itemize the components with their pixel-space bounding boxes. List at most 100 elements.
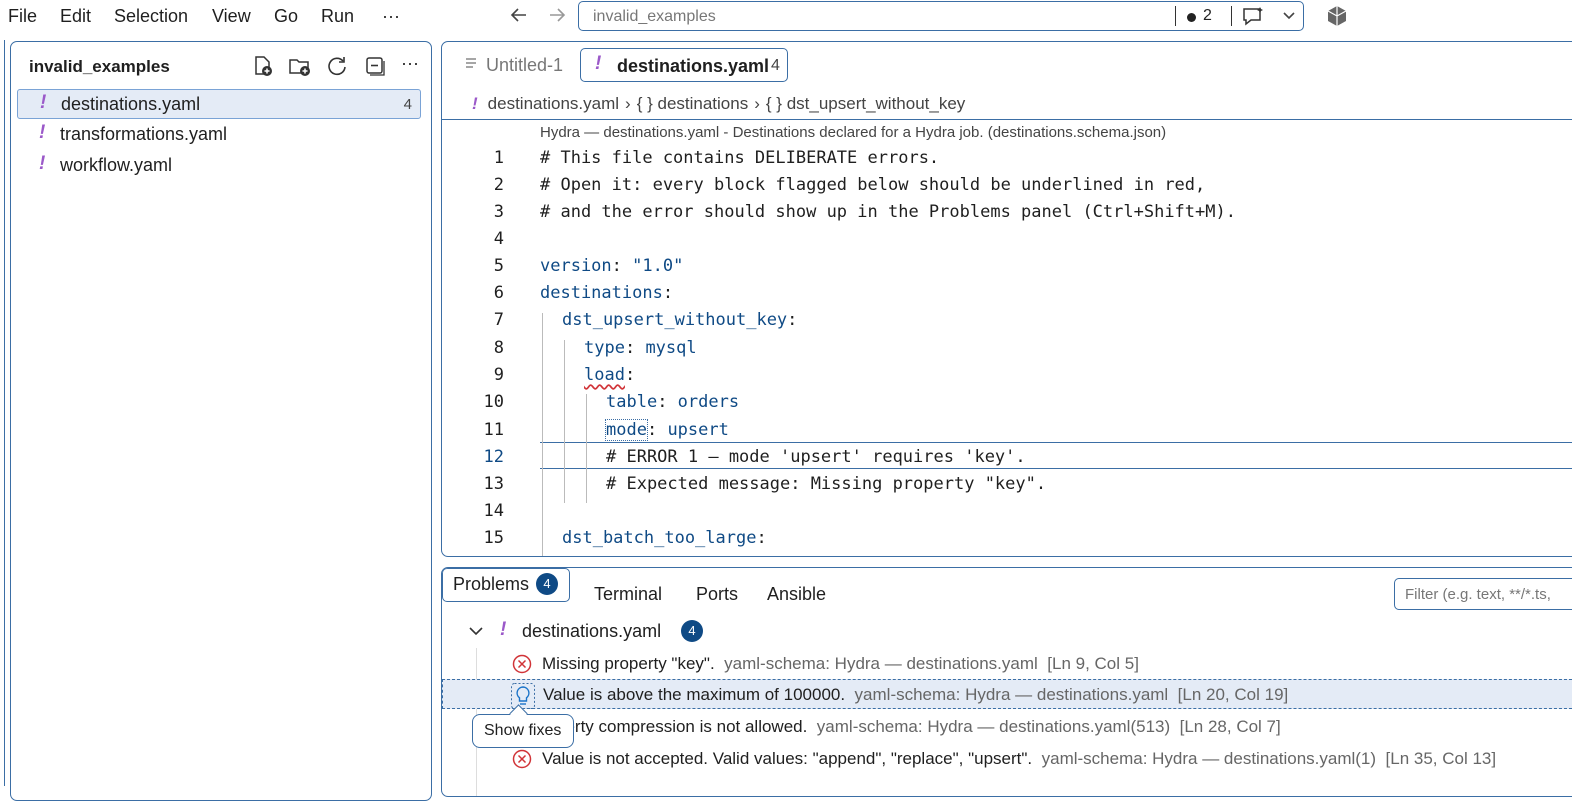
code-line[interactable]: load: (584, 365, 635, 385)
line-number: 10 (483, 392, 504, 412)
yaml-value: upsert (667, 420, 729, 440)
exclamation-icon: ! (39, 153, 46, 174)
line-number: 2 (493, 175, 504, 195)
code-line[interactable]: # This file contains DELIBERATE errors. (540, 148, 939, 168)
code-line[interactable]: dst_upsert_without_key: (562, 310, 797, 330)
line-number: 9 (493, 365, 504, 385)
problem-source: yaml-schema: Hydra — destinations.yaml(1… (1041, 749, 1377, 768)
problem-location: [Ln 35, Col 13] (1385, 749, 1497, 768)
filter-placeholder: Filter (e.g. text, **/*.ts, (1405, 586, 1551, 603)
code-line[interactable]: # and the error should show up in the Pr… (540, 202, 1236, 222)
new-folder-icon[interactable] (287, 54, 313, 83)
yaml-key: dst_batch_too_large (562, 528, 757, 548)
menu-view[interactable]: View (212, 6, 251, 27)
code-line[interactable]: # Expected message: Missing property "ke… (606, 474, 1046, 494)
tab-untitled[interactable]: Untitled-1 (460, 48, 578, 82)
exclamation-icon: ! (500, 619, 507, 640)
problem-item[interactable]: Missing property "key". yaml-schema: Hyd… (442, 648, 1572, 678)
problem-message: perty compression is not allowed. (556, 717, 808, 736)
line-number: 12 (483, 447, 504, 467)
line-number: 15 (483, 528, 504, 548)
breadcrumb-destinations[interactable]: { } destinations (637, 94, 749, 113)
explorer-title: invalid_examples (29, 57, 170, 76)
problem-item[interactable]: perty compression is not allowed. yaml-s… (442, 711, 1572, 741)
line-number: 5 (493, 256, 504, 276)
chevron-down-icon[interactable] (468, 624, 484, 643)
exclamation-icon: ! (40, 92, 47, 113)
yaml-key: mode (605, 419, 648, 441)
bottom-panel: Problems 4 Terminal Ports Ansible Filter… (441, 567, 1572, 797)
problem-location: [Ln 9, Col 5] (1047, 654, 1139, 673)
more-actions-icon[interactable]: ··· (401, 53, 419, 74)
yaml-value: orders (677, 392, 740, 412)
code-line[interactable]: type: mysql (584, 338, 697, 358)
problem-source: yaml-schema: Hydra — destinations.yaml (724, 654, 1038, 673)
file-item-workflow[interactable]: ! workflow.yaml (17, 151, 421, 181)
back-arrow-icon[interactable] (508, 4, 530, 32)
code-line[interactable]: # ERROR 1 — mode 'upsert' requires 'key'… (606, 447, 1026, 467)
code-line[interactable]: mode: upsert (605, 419, 729, 441)
command-center-text: invalid_examples (593, 8, 716, 25)
problem-group-row[interactable]: ! destinations.yaml 4 (442, 616, 1572, 646)
problem-item[interactable]: Value is not accepted. Valid values: "ap… (442, 743, 1572, 773)
divider (1231, 6, 1232, 26)
menu-more[interactable]: ··· (382, 6, 400, 27)
collapse-all-icon[interactable] (363, 54, 387, 83)
text-file-icon (464, 56, 478, 77)
problem-source: yaml-schema: Hydra — destinations.yaml(5… (816, 717, 1171, 736)
line-number: 6 (493, 283, 504, 303)
chevron-down-icon[interactable] (1281, 5, 1297, 30)
code-line[interactable]: table: orders (606, 392, 739, 412)
menu-edit[interactable]: Edit (60, 6, 91, 27)
file-name: workflow.yaml (60, 155, 173, 175)
cube-icon[interactable] (1325, 4, 1349, 33)
menu-selection[interactable]: Selection (114, 6, 188, 27)
tab-problems[interactable]: Problems 4 (442, 568, 570, 602)
code-line[interactable]: dst_batch_too_large: (562, 528, 767, 548)
breadcrumb-dst-upsert[interactable]: { } dst_upsert_without_key (766, 94, 965, 113)
problem-message: Missing property "key". (542, 654, 715, 673)
problems-count[interactable]: 2 (1203, 7, 1212, 25)
code-line[interactable]: # Open it: every block flagged below sho… (540, 175, 1205, 195)
exclamation-icon: ! (39, 122, 46, 143)
divider (1175, 6, 1176, 26)
code-line[interactable]: version: "1.0" (540, 256, 683, 276)
file-problem-count: 4 (403, 96, 412, 113)
forward-arrow-icon[interactable] (546, 4, 568, 32)
tab-terminal[interactable]: Terminal (594, 584, 662, 605)
show-fixes-tooltip: Show fixes (472, 714, 574, 748)
command-center[interactable]: invalid_examples 2 (578, 1, 1304, 31)
menu-run[interactable]: Run (321, 6, 354, 27)
file-item-transformations[interactable]: ! transformations.yaml (17, 120, 421, 150)
tab-ports[interactable]: Ports (696, 584, 738, 605)
line-number: 13 (483, 474, 504, 494)
problem-source: yaml-schema: Hydra — destinations.yaml (854, 685, 1169, 704)
file-name: destinations.yaml (61, 94, 201, 114)
tab-label: destinations.yaml (617, 56, 770, 76)
menu-file[interactable]: File (8, 6, 37, 27)
tab-label: Untitled-1 (486, 55, 564, 75)
tab-problem-count: 4 (771, 57, 780, 74)
problem-location: [Ln 28, Col 7] (1179, 717, 1281, 736)
problem-message: Value is not accepted. Valid values: "ap… (542, 749, 1033, 768)
yaml-key: dst_upsert_without_key (562, 310, 788, 330)
menu-go[interactable]: Go (274, 6, 298, 27)
new-file-icon[interactable] (251, 54, 275, 83)
refresh-icon[interactable] (325, 54, 349, 83)
indent-guide (542, 313, 543, 556)
breadcrumb-file[interactable]: destinations.yaml (488, 94, 619, 113)
problem-item-selected[interactable]: Value is above the maximum of 100000. ya… (442, 679, 1572, 709)
line-number: 1 (493, 148, 504, 168)
yaml-key-error[interactable]: load (584, 365, 625, 385)
chat-icon[interactable] (1241, 5, 1267, 34)
line-number: 4 (493, 229, 504, 249)
filter-input[interactable]: Filter (e.g. text, **/*.ts, (1394, 578, 1572, 610)
chevron-right-icon: › (754, 94, 760, 113)
yaml-key: table (606, 392, 658, 412)
schema-codelens[interactable]: Hydra — destinations.yaml - Destinations… (540, 124, 1166, 141)
file-item-destinations[interactable]: ! destinations.yaml 4 (17, 89, 421, 119)
tab-destinations[interactable]: ! destinations.yaml 4 (580, 48, 788, 82)
tab-ansible[interactable]: Ansible (767, 584, 826, 605)
code-line[interactable]: destinations: (540, 283, 673, 303)
exclamation-icon: ! (595, 53, 602, 74)
